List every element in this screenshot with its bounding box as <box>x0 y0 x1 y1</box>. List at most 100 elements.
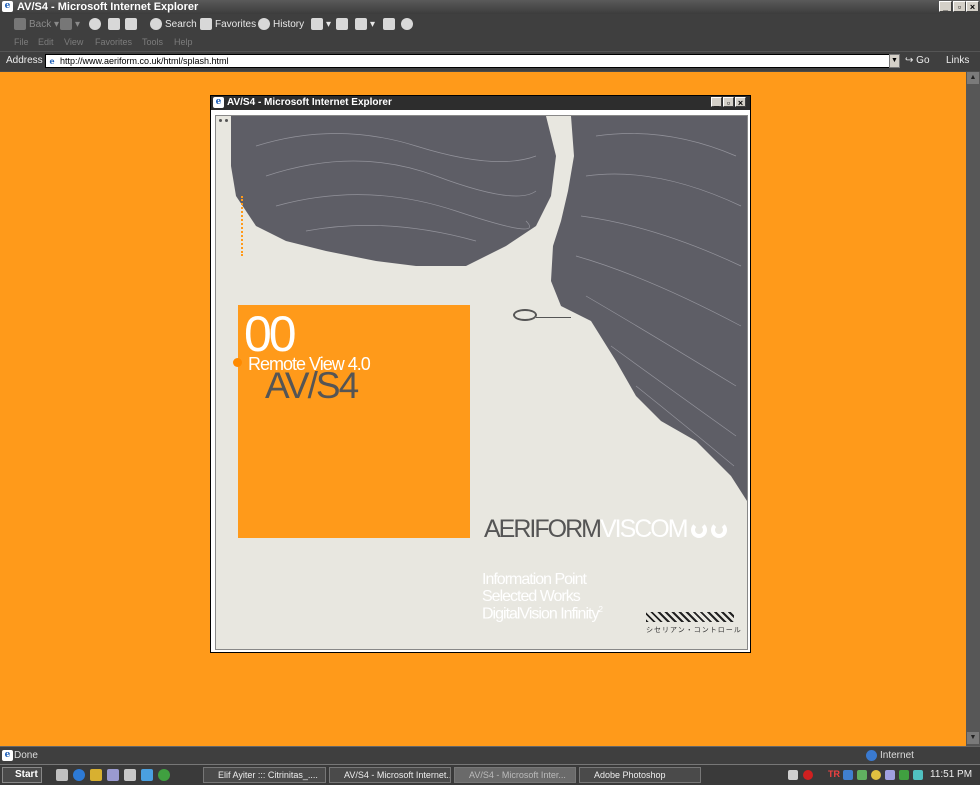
back-button[interactable]: Back ▾ <box>14 17 59 33</box>
favorites-icon <box>200 18 212 31</box>
address-label: Address <box>6 55 43 66</box>
forward-arrow-icon <box>60 18 72 31</box>
status-bar: e Done Internet <box>0 746 980 765</box>
terrain-top-left <box>231 116 556 266</box>
app-quicklaunch-icon[interactable] <box>107 769 119 781</box>
info-point-link[interactable]: Information Point <box>482 571 587 589</box>
window-title: AV/S4 - Microsoft Internet Explorer <box>17 1 199 13</box>
menu-tools[interactable]: Tools <box>142 37 163 47</box>
app-quicklaunch-icon[interactable] <box>124 769 136 781</box>
brand-c-icon <box>690 522 707 538</box>
edit-button[interactable]: ▾ <box>355 17 375 33</box>
minimize-button[interactable]: _ <box>939 1 952 12</box>
back-arrow-icon <box>14 18 26 31</box>
intro-panel[interactable]: 00 Remote View 4.0 AV/S4 <box>233 305 470 538</box>
task-button-active[interactable]: AV/S4 - Microsoft Inter... <box>454 767 576 783</box>
address-url: http://www.aeriform.co.uk/html/splash.ht… <box>60 56 229 66</box>
favorites-label: Favorites <box>215 19 257 30</box>
brand-c-icon <box>710 522 727 538</box>
menu-view[interactable]: View <box>64 37 83 47</box>
status-text: Done <box>14 750 38 761</box>
mail-icon <box>311 18 323 31</box>
rule-line <box>536 317 571 318</box>
home-icon <box>125 18 137 31</box>
clock: 11:51 PM <box>930 769 973 780</box>
home-button[interactable] <box>125 17 140 33</box>
favorites-button[interactable]: Favorites <box>200 17 256 33</box>
language-indicator[interactable]: TR <box>828 769 840 779</box>
links-button[interactable]: Links <box>946 55 969 66</box>
splash-artwork: 00 Remote View 4.0 AV/S4 AERIFORMVISCOM … <box>215 115 748 650</box>
scroll-down-arrow-icon[interactable]: ▼ <box>967 732 979 744</box>
brand-viscom: VISCOM <box>599 515 689 543</box>
menu-favorites[interactable]: Favorites <box>95 37 132 47</box>
hazard-stripe <box>646 612 734 622</box>
ie-quicklaunch-icon[interactable] <box>73 769 85 781</box>
close-button[interactable]: × <box>966 1 979 12</box>
brand-logo: AERIFORMVISCOM <box>484 515 727 544</box>
mail-button[interactable]: ▾ <box>311 17 331 33</box>
address-input[interactable]: e http://www.aeriform.co.uk/html/splash.… <box>45 54 890 68</box>
popup-ie-icon: e <box>213 97 224 108</box>
search-label: Search <box>165 19 197 30</box>
scroll-up-arrow-icon[interactable]: ▲ <box>967 72 979 84</box>
messenger-icon <box>401 18 413 31</box>
selected-works-link[interactable]: Selected Works <box>482 588 581 606</box>
brand-aeriform: AERIFORM <box>484 515 602 543</box>
search-icon <box>150 18 162 31</box>
network-icon[interactable] <box>843 770 853 780</box>
popup-close-button[interactable]: × <box>735 97 746 108</box>
globe-icon <box>866 750 877 761</box>
history-button[interactable]: History <box>258 17 304 33</box>
popup-title: AV/S4 - Microsoft Internet Explorer <box>227 97 392 108</box>
stop-icon <box>89 18 101 31</box>
status-page-icon: e <box>2 750 13 761</box>
japanese-label: シセリアン・コントロール <box>646 627 742 634</box>
outlook-icon[interactable] <box>90 769 102 781</box>
task-label: AV/S4 - Microsoft Inter... <box>469 770 566 780</box>
start-label: Start <box>15 769 38 780</box>
popup-maximize-button[interactable]: ▫ <box>723 97 734 108</box>
menu-file[interactable]: File <box>14 37 29 47</box>
go-button[interactable]: ↪ Go <box>905 54 937 68</box>
task-label: Elif Ayiter ::: Citrinitas_.... <box>218 770 318 780</box>
tray-app-icon[interactable] <box>913 770 923 780</box>
discuss-button[interactable] <box>383 17 398 33</box>
search-button[interactable]: Search <box>150 17 197 33</box>
forward-button[interactable]: ▾ <box>60 17 80 33</box>
popup-minimize-button[interactable]: _ <box>711 97 722 108</box>
volume-icon[interactable] <box>788 770 798 780</box>
tray-app-icon[interactable] <box>899 770 909 780</box>
maximize-button[interactable]: ▫ <box>953 1 966 12</box>
vertical-scrollbar[interactable]: ▲ ▼ <box>966 72 980 746</box>
menu-help[interactable]: Help <box>174 37 193 47</box>
show-desktop-icon[interactable] <box>56 769 68 781</box>
task-button[interactable]: Adobe Photoshop <box>579 767 701 783</box>
task-button[interactable]: AV/S4 - Microsoft Internet... <box>329 767 451 783</box>
start-button[interactable]: Start <box>2 767 42 783</box>
print-button[interactable] <box>336 17 351 33</box>
terrain-right <box>551 116 747 501</box>
tray-app-icon[interactable] <box>857 770 867 780</box>
digitalvision-link[interactable]: DigitalVision Infinity2 <box>482 605 603 623</box>
standard-toolbar: Back ▾ ▾ Search Favorites History ▾ ▾ <box>0 14 980 37</box>
tray-app-icon[interactable] <box>871 770 881 780</box>
tray-app-icon[interactable] <box>885 770 895 780</box>
taskbar: Start Elif Ayiter ::: Citrinitas_.... AV… <box>0 764 980 785</box>
task-button[interactable]: Elif Ayiter ::: Citrinitas_.... <box>203 767 326 783</box>
refresh-button[interactable] <box>108 17 123 33</box>
app-quicklaunch-icon[interactable] <box>158 769 170 781</box>
task-label: Adobe Photoshop <box>594 770 666 780</box>
menu-edit[interactable]: Edit <box>38 37 54 47</box>
stop-button[interactable] <box>89 17 104 33</box>
app-quicklaunch-icon[interactable] <box>141 769 153 781</box>
bullet-dot-icon <box>233 358 242 367</box>
print-icon <box>336 18 348 31</box>
tray-app-icon[interactable] <box>803 770 813 780</box>
messenger-button[interactable] <box>401 17 416 33</box>
task-label: AV/S4 - Microsoft Internet... <box>344 770 451 780</box>
corner-dot-icon <box>225 119 228 122</box>
back-label: Back <box>29 19 52 30</box>
address-dropdown-button[interactable]: ▼ <box>889 54 900 68</box>
avs4-title: AV/S4 <box>265 365 359 406</box>
